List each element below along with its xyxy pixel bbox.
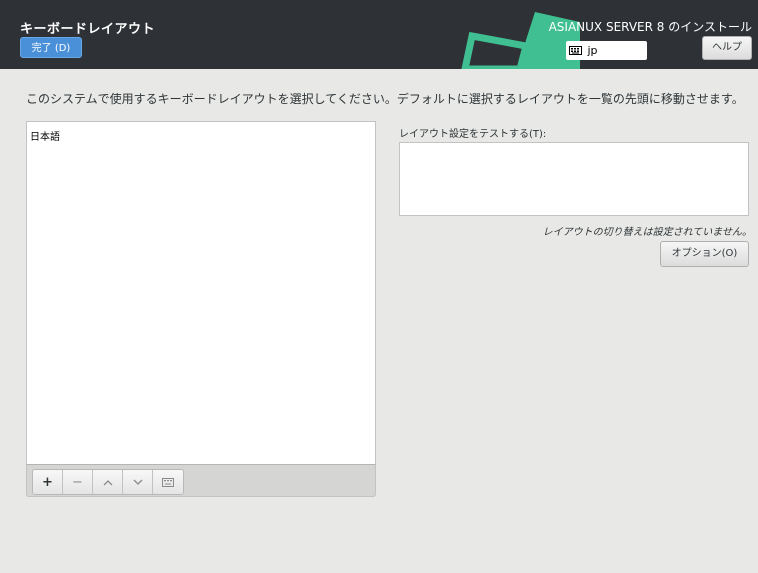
layout-indicator-label: jp bbox=[587, 44, 598, 57]
keyboard-icon bbox=[162, 477, 174, 487]
options-button[interactable]: オプション(O) bbox=[660, 241, 749, 267]
remove-icon: − bbox=[72, 474, 83, 490]
move-down-button[interactable] bbox=[123, 470, 153, 494]
done-button[interactable]: 完了 (D) bbox=[20, 37, 82, 58]
toolbar-button-group: + − bbox=[32, 469, 184, 495]
page-title: キーボードレイアウト bbox=[20, 22, 156, 37]
move-up-button[interactable] bbox=[93, 470, 123, 494]
help-button[interactable]: ヘルプ bbox=[702, 36, 752, 60]
list-item[interactable]: 日本語 bbox=[27, 122, 375, 143]
chevron-up-icon bbox=[103, 479, 112, 485]
add-icon: + bbox=[42, 474, 53, 490]
chevron-down-icon bbox=[133, 479, 142, 485]
product-name: ASIANUX SERVER 8 のインストール bbox=[548, 20, 752, 34]
layout-list-toolbar: + − bbox=[26, 464, 376, 497]
instruction-text: このシステムで使用するキーボードレイアウトを選択してください。デフォルトに選択す… bbox=[26, 92, 744, 106]
keyboard-icon bbox=[569, 42, 582, 61]
preview-layout-button[interactable] bbox=[153, 470, 183, 494]
header-bar: キーボードレイアウト 完了 (D) ASIANUX SERVER 8 のインスト… bbox=[0, 0, 758, 69]
test-layout-label: レイアウト設定をテストする(T): bbox=[399, 129, 547, 140]
keyboard-layout-indicator[interactable]: jp bbox=[566, 41, 647, 60]
layout-list[interactable]: 日本語 bbox=[26, 121, 376, 464]
add-layout-button[interactable]: + bbox=[33, 470, 63, 494]
remove-layout-button[interactable]: − bbox=[63, 470, 93, 494]
layout-switch-note: レイアウトの切り替えは設定されていません。 bbox=[542, 227, 752, 238]
test-layout-input[interactable] bbox=[399, 142, 749, 216]
